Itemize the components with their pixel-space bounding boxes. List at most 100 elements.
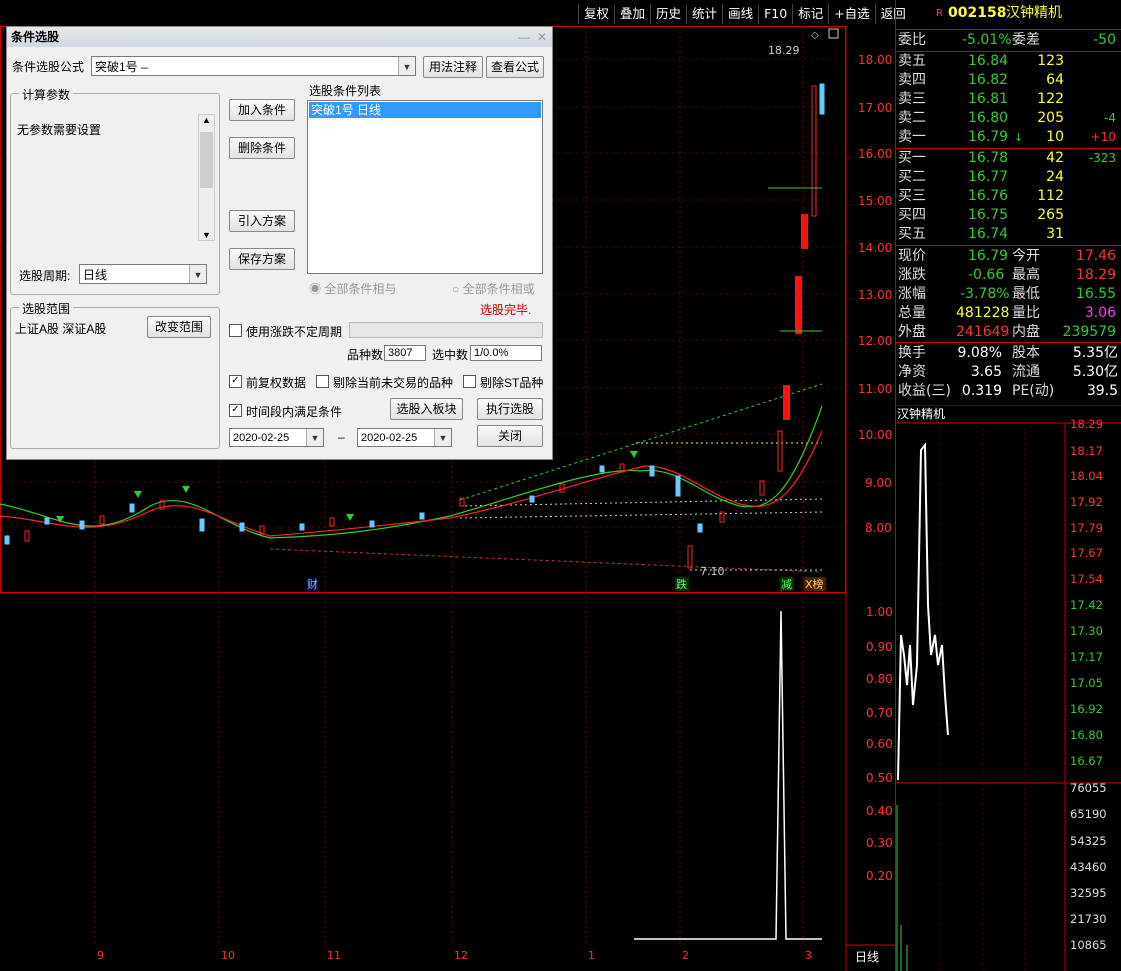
params-scrollbar[interactable]: ▲ ▼ — [198, 114, 215, 241]
month-label: 1 — [588, 949, 595, 962]
toolbar-huaxian[interactable]: 画线 — [722, 4, 758, 24]
marker-cai[interactable]: 财 — [307, 577, 318, 591]
buy-price: 16.78 — [968, 150, 1009, 166]
condition-list[interactable]: 突破1号 日线 — [307, 100, 543, 274]
date-from-picker[interactable]: 2020-02-25 ▼ — [229, 428, 324, 447]
uncertain-period-checkbox[interactable] — [229, 324, 242, 337]
chevron-up-icon[interactable]: ▲ — [199, 115, 214, 125]
sell-price: 16.84 — [968, 53, 1009, 69]
stat-label: 收益(三) — [898, 383, 951, 399]
time-range-checkbox[interactable]: ✓ — [229, 404, 242, 417]
intraday-vol-tick: 65190 — [1070, 807, 1107, 821]
toolbar-tongji[interactable]: 统计 — [686, 4, 722, 24]
sell-vol: 64 — [1046, 72, 1064, 88]
params-group: 计算参数 无参数需要设置 ▲ ▼ 选股周期: 日线 ▼ — [10, 86, 220, 295]
run-filter-button[interactable]: 执行选股 — [477, 398, 543, 420]
radio-and[interactable]: ◉ 全部条件相与 — [309, 280, 396, 297]
diamond-icon[interactable]: ◇ — [811, 30, 819, 41]
toolbar-zixuan[interactable]: +自选 — [828, 4, 874, 24]
condition-list-item[interactable]: 突破1号 日线 — [309, 102, 541, 118]
toolbar-fuquan[interactable]: 复权 — [578, 4, 614, 24]
intraday-vol-tick: 21730 — [1070, 912, 1107, 926]
ind-tick: 0.90 — [866, 640, 893, 654]
usage-notes-button[interactable]: 用法注释 — [423, 56, 483, 78]
stat-label: 换手 — [898, 345, 926, 361]
view-formula-button[interactable]: 查看公式 — [486, 56, 544, 78]
toolbar-f10[interactable]: F10 — [758, 4, 792, 24]
radio-or[interactable]: ○ 全部条件相或 — [452, 280, 535, 297]
skip-st-checkbox[interactable] — [463, 375, 476, 388]
chevron-down-icon[interactable]: ▼ — [199, 230, 214, 240]
intraday-price-tick: 17.54 — [1070, 572, 1103, 586]
intraday-price-tick: 17.79 — [1070, 521, 1103, 535]
toolbar-diejia[interactable]: 叠加 — [614, 4, 650, 24]
price-tick: 10.00 — [858, 428, 892, 442]
month-label: 3 — [805, 949, 812, 962]
window-icon[interactable] — [828, 28, 839, 39]
toolbar-lishi[interactable]: 历史 — [650, 4, 686, 24]
stat-value: 239579 — [1062, 324, 1116, 340]
buy-price: 16.74 — [968, 226, 1009, 242]
intraday-price-tick: 17.42 — [1070, 598, 1103, 612]
marker-jian[interactable]: 减 — [781, 578, 792, 591]
close-icon[interactable]: ✕ — [537, 27, 547, 47]
dialog-titlebar[interactable]: 条件选股 — ✕ — [7, 27, 552, 47]
stat-label: 涨跌 — [898, 267, 926, 283]
marker-xx[interactable]: X榜 — [805, 577, 824, 591]
sell-chg: +10 — [1090, 130, 1116, 144]
stat-value: 39.5 — [1086, 383, 1118, 399]
ind-tick: 1.00 — [866, 605, 893, 619]
stat-label: 最低 — [1012, 286, 1040, 302]
dialog-title: 条件选股 — [11, 30, 60, 44]
import-plan-button[interactable]: 引入方案 — [229, 210, 295, 232]
change-range-button[interactable]: 改变范围 — [147, 316, 211, 338]
ind-tick: 0.60 — [866, 737, 893, 751]
fq-checkbox[interactable]: ✓ — [229, 375, 242, 388]
save-plan-button[interactable]: 保存方案 — [229, 248, 295, 270]
intraday-chart[interactable]: 汉钟精机 18.29 18.17 18.04 17.92 17.79 17.67… — [895, 405, 1121, 971]
price-tick: 16.00 — [858, 147, 892, 161]
stat-value: 16.79 — [968, 248, 1009, 264]
marker-die[interactable]: 跌 — [676, 577, 687, 591]
buy-label: 买二 — [898, 169, 926, 185]
period-label[interactable]: 日线 — [855, 950, 879, 964]
stat-value: 17.46 — [1075, 248, 1116, 264]
toolbar-biaoji[interactable]: 标记 — [792, 4, 828, 24]
close-button[interactable]: 关闭 — [477, 425, 543, 447]
stat-label: 量比 — [1012, 305, 1040, 321]
stock-name: 汉钟精机 — [1006, 5, 1062, 21]
quote-panel: R 002158 汉钟精机 委比 -5.01% 委差 -50 卖五 16.84 12… — [895, 0, 1121, 405]
intraday-price-tick: 18.17 — [1070, 444, 1103, 458]
date-to-picker[interactable]: 2020-02-25 ▼ — [357, 428, 452, 447]
sell-price: 16.81 — [968, 91, 1009, 107]
sell-label: 卖二 — [898, 110, 926, 126]
stat-label: 净资 — [898, 364, 926, 380]
period-select[interactable]: 日线 ▼ — [79, 264, 207, 284]
skip-untraded-checkbox[interactable] — [316, 375, 329, 388]
count-value: 3807 — [384, 345, 426, 361]
chevron-down-icon: ▼ — [398, 57, 415, 75]
delete-condition-button[interactable]: 删除条件 — [229, 137, 295, 159]
intraday-vol-tick: 54325 — [1070, 834, 1107, 848]
month-label: 2 — [682, 949, 689, 962]
weicha-label: 委差 — [1012, 32, 1040, 48]
minimize-icon[interactable]: — — [518, 27, 530, 47]
stat-label: 总量 — [898, 305, 926, 321]
fq-label: 前复权数据 — [246, 376, 307, 390]
selected-label: 选中数 — [432, 348, 469, 362]
params-text: 无参数需要设置 — [17, 123, 102, 137]
ind-tick: 0.30 — [866, 836, 893, 850]
stat-label: 股本 — [1012, 345, 1040, 361]
formula-select[interactable]: 突破1号 – ▼ — [91, 56, 416, 76]
add-condition-button[interactable]: 加入条件 — [229, 99, 295, 121]
scroll-thumb[interactable] — [200, 132, 213, 188]
buy-price: 16.75 — [968, 207, 1009, 223]
to-board-button[interactable]: 选股入板块 — [390, 398, 463, 420]
sell-vol: 205 — [1037, 110, 1064, 126]
buy-label: 买三 — [898, 188, 926, 204]
sell-vol: 10 — [1046, 129, 1064, 145]
count-label: 品种数 — [347, 348, 384, 362]
sell-vol: 122 — [1037, 91, 1064, 107]
sell-price: 16.80 — [968, 110, 1009, 126]
intraday-price-tick: 17.17 — [1070, 650, 1103, 664]
